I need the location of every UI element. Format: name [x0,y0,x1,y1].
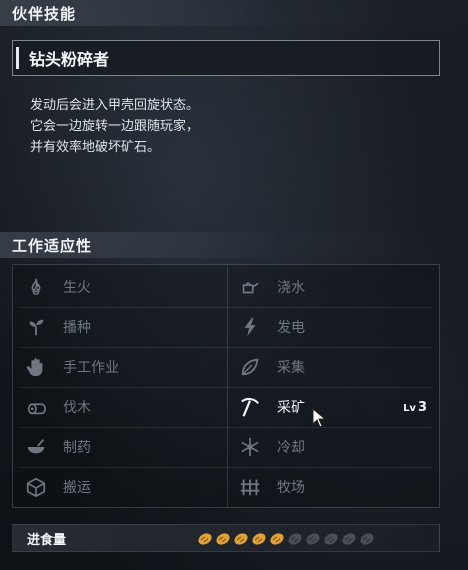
work-item-label: 牧场 [277,480,305,496]
hand-icon [23,354,49,380]
work-item-label: 手工作业 [63,360,119,376]
food-intake-row: 进食量 [12,524,440,552]
work-item-label: 播种 [63,320,91,336]
food-filled-icon [270,533,284,545]
fence-icon [237,474,263,500]
box-icon [23,474,49,500]
work-item-label: 制药 [63,440,91,456]
work-suitability-header: 工作适应性 [0,232,468,258]
partner-skill-header: 伙伴技能 [0,0,468,26]
work-item-11: 搬运 [13,467,227,507]
work-level-value: 3 [417,399,427,415]
work-item-12: 牧场 [227,467,441,507]
food-empty-icon [360,533,374,545]
work-item-label: 采集 [277,360,305,376]
work-item-label: 搬运 [63,480,91,496]
work-item-6: 采集 [227,347,441,387]
watering-can-icon [237,274,263,300]
work-level-badge: Lv 3 [403,400,427,415]
skill-description-line: 它会一边旋转一边跟随玩家， [30,119,200,134]
work-item-label: 伐木 [63,400,91,416]
skill-name-box: 钻头粉碎者 [12,40,440,76]
work-item-5: 手工作业 [13,347,227,387]
sprout-icon [23,314,49,340]
work-item-1: 生火 [13,267,227,307]
food-empty-icon [306,533,320,545]
work-item-label: 采矿 [277,400,305,416]
work-item-label: 浇水 [277,280,305,296]
work-item-label: 生火 [63,280,91,296]
work-suitability-grid: 生火 浇水播种 发电手工作业 采集伐木 采矿 Lv 3 制药 冷却搬运 牧场 [12,264,440,508]
food-filled-icon [198,533,212,545]
food-intake-meter [197,530,375,546]
work-item-label: 发电 [277,320,305,336]
work-item-10: 冷却 [227,427,441,467]
food-intake-label: 进食量 [27,532,67,548]
work-item-2: 浇水 [227,267,441,307]
food-empty-icon [342,533,356,545]
work-item-4: 发电 [227,307,441,347]
food-empty-icon [288,533,302,545]
snowflake-icon [237,434,263,460]
skill-description: 发动后会进入甲壳回旋状态。 它会一边旋转一边跟随玩家， 并有效率地破坏矿石。 [30,95,430,158]
work-item-9: 制药 [13,427,227,467]
mouse-cursor-icon [312,408,326,428]
work-item-8: 采矿 Lv 3 [227,387,441,427]
skill-name-accent-bar [16,47,19,69]
lightning-icon [237,314,263,340]
work-item-3: 播种 [13,307,227,347]
food-filled-icon [252,533,266,545]
work-item-label: 冷却 [277,440,305,456]
work-suitability-title: 工作适应性 [12,236,93,255]
work-item-7: 伐木 [13,387,227,427]
food-empty-icon [324,533,338,545]
skill-description-line: 发动后会进入甲壳回旋状态。 [30,98,200,113]
skill-description-line: 并有效率地破坏矿石。 [30,140,161,155]
pickaxe-icon [237,394,263,420]
food-filled-icon [216,533,230,545]
log-icon [23,394,49,420]
medicine-bowl-icon [23,434,49,460]
skill-name: 钻头粉碎者 [29,50,110,69]
partner-skill-title: 伙伴技能 [12,4,77,23]
food-filled-icon [234,533,248,545]
leaf-icon [237,354,263,380]
flame-icon [23,274,49,300]
work-level-prefix: Lv [403,402,416,414]
